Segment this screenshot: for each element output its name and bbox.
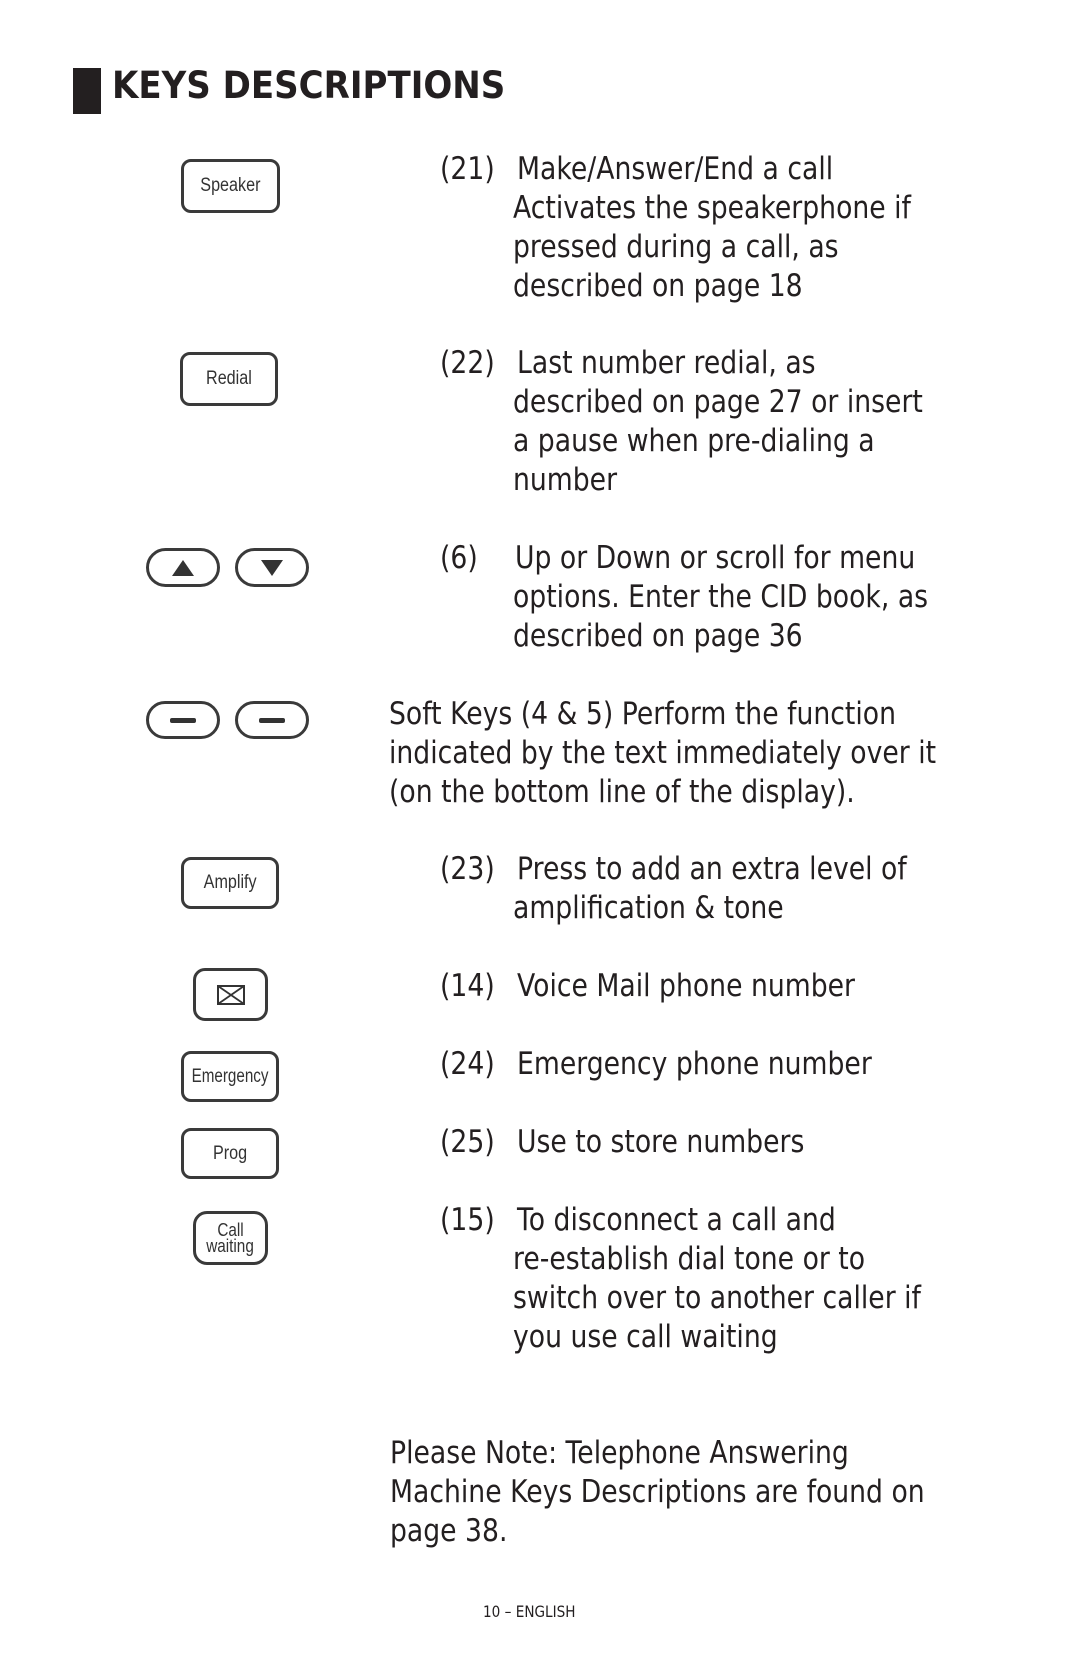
- item-text-cont: re-establish dial tone or to switch over…: [513, 1240, 921, 1357]
- down-arrow-icon: [261, 559, 283, 576]
- item-text: Press to add an extra level of: [517, 850, 907, 889]
- item-text: Last number redial, as: [517, 344, 816, 383]
- text-line: a pause when pre-dialing a: [513, 423, 875, 459]
- text-line: indicated by the text immediately over i…: [389, 735, 937, 771]
- up-arrow-icon: [172, 559, 194, 576]
- item-text: Emergency phone number: [517, 1045, 872, 1084]
- item-text: Voice Mail phone number: [517, 967, 855, 1006]
- page-title: KEYS DESCRIPTIONS: [112, 64, 506, 107]
- call-waiting-label-line2: waiting: [206, 1236, 255, 1256]
- down-key: [235, 548, 309, 587]
- item-text: Use to store numbers: [517, 1123, 804, 1162]
- item-text-cont: described on page 27 or insert a pause w…: [513, 383, 923, 500]
- item-number: (23): [440, 851, 495, 887]
- emergency-key: Emergency: [181, 1051, 279, 1102]
- text-line: Voice Mail phone number: [517, 968, 856, 1004]
- text-line: pressed during a call, as: [513, 229, 839, 265]
- text-line: Emergency phone number: [517, 1046, 872, 1082]
- item-number: (14): [440, 968, 495, 1004]
- text-line: Use to store numbers: [517, 1124, 805, 1160]
- soft-key-right: [235, 701, 309, 739]
- text-line: Soft Keys (4 & 5) Perform the function: [389, 696, 896, 732]
- text-line: re-establish dial tone or to: [513, 1241, 866, 1277]
- item-text: Up or Down or scroll for menu: [515, 539, 915, 578]
- text-line: Please Note: Telephone Answering: [390, 1435, 849, 1471]
- item-number: (15): [440, 1202, 495, 1238]
- item-number: (21): [440, 151, 495, 187]
- item-text-cont: Activates the speakerphone if pressed du…: [513, 189, 911, 306]
- text-line: options. Enter the CID book, as: [513, 579, 929, 615]
- text-line: Machine Keys Descriptions are found on: [390, 1474, 925, 1510]
- text-line: page 38.: [390, 1513, 508, 1549]
- call-waiting-key: Call waiting: [193, 1211, 268, 1265]
- text-line: described on page 36: [513, 618, 803, 654]
- soft-keys-description: Soft Keys (4 & 5) Perform the function i…: [389, 695, 936, 812]
- item-text: Make/Answer/End a call: [517, 150, 833, 189]
- title-marker: [73, 68, 101, 114]
- text-line: Activates the speakerphone if: [513, 190, 911, 226]
- item-text: To disconnect a call and: [517, 1201, 836, 1240]
- text-line: described on page 18: [513, 268, 803, 304]
- amplify-key: Amplify: [181, 857, 279, 909]
- up-key: [146, 548, 220, 587]
- soft-key-left: [146, 701, 220, 739]
- text-line: Press to add an extra level of: [517, 851, 907, 887]
- text-line: number: [513, 462, 618, 498]
- text-line: you use call waiting: [513, 1319, 778, 1355]
- page-footer: 10 – ENGLISH: [483, 1602, 576, 1621]
- text-line: Last number redial, as: [517, 345, 816, 381]
- text-line: Up or Down or scroll for menu: [515, 540, 916, 576]
- minus-icon: [170, 717, 196, 723]
- text-line: switch over to another caller if: [513, 1280, 921, 1316]
- speaker-key-label: Speaker: [200, 175, 261, 196]
- envelope-icon: [216, 984, 245, 1005]
- redial-key-label: Redial: [206, 368, 252, 389]
- amplify-key-label: Amplify: [203, 872, 257, 893]
- item-number: (22): [440, 345, 495, 381]
- prog-key-label: Prog: [212, 1142, 248, 1164]
- item-number: (24): [440, 1046, 495, 1082]
- minus-icon: [259, 717, 285, 723]
- speaker-key: Speaker: [181, 159, 280, 213]
- item-text-cont: amplification & tone: [513, 889, 784, 928]
- text-line: described on page 27 or insert: [513, 384, 923, 420]
- emergency-key-label: Emergency: [191, 1065, 269, 1087]
- text-line: amplification & tone: [513, 890, 784, 926]
- text-line: Make/Answer/End a call: [517, 151, 834, 187]
- note: Please Note: Telephone Answering Machine…: [390, 1434, 925, 1551]
- prog-key: Prog: [181, 1128, 279, 1179]
- item-text-cont: options. Enter the CID book, as describe…: [513, 578, 928, 656]
- redial-key: Redial: [180, 352, 278, 406]
- item-number: (25): [440, 1124, 495, 1160]
- text-line: To disconnect a call and: [517, 1202, 836, 1238]
- voice-mail-key: [193, 968, 268, 1021]
- item-number: (6): [440, 540, 478, 576]
- text-line: (on the bottom line of the display).: [389, 774, 855, 810]
